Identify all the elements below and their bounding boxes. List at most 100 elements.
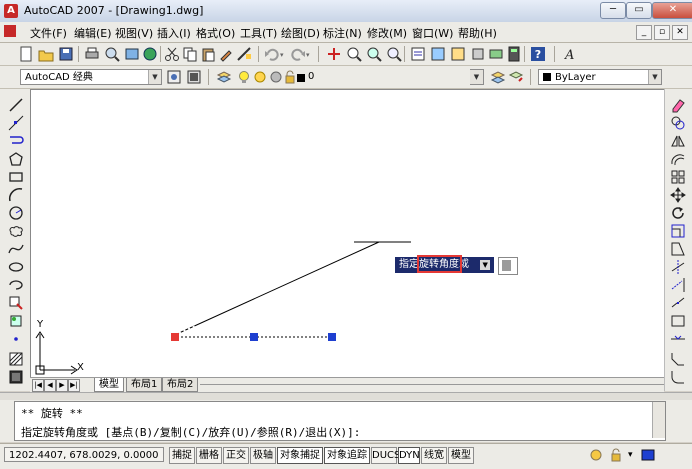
ducs-toggle[interactable]: DUCS bbox=[371, 447, 400, 464]
menu-tools[interactable]: 工具(T) bbox=[240, 25, 277, 41]
lineweight-toggle[interactable]: 线宽 bbox=[421, 447, 447, 464]
help-icon[interactable]: ? bbox=[530, 46, 546, 62]
hatch-icon[interactable] bbox=[8, 351, 24, 367]
design-center-icon[interactable] bbox=[430, 46, 446, 62]
prev-tab-button[interactable]: ◀ bbox=[44, 379, 56, 392]
circle-icon[interactable] bbox=[8, 205, 24, 221]
polyline-icon[interactable] bbox=[8, 133, 24, 149]
polygon-icon[interactable] bbox=[8, 151, 24, 167]
join-icon[interactable] bbox=[670, 331, 686, 347]
plot-preview-icon[interactable] bbox=[104, 46, 120, 62]
rotate-icon[interactable] bbox=[670, 205, 686, 221]
mirror-icon[interactable] bbox=[670, 133, 686, 149]
menu-file[interactable]: 文件(F) bbox=[30, 25, 67, 41]
line-icon[interactable] bbox=[8, 97, 24, 113]
endpoint-grip[interactable] bbox=[328, 333, 336, 341]
block-editor-icon[interactable] bbox=[236, 46, 252, 62]
last-tab-button[interactable]: ▶| bbox=[68, 379, 80, 392]
layer-combo-dropdown[interactable]: ▼ bbox=[470, 69, 484, 85]
layer-previous-icon[interactable] bbox=[508, 69, 524, 85]
array-icon[interactable] bbox=[670, 169, 686, 185]
properties-icon[interactable] bbox=[410, 46, 426, 62]
grid-toggle[interactable]: 栅格 bbox=[196, 447, 222, 464]
erase-icon[interactable] bbox=[670, 97, 686, 113]
dyn-toggle[interactable]: DYN bbox=[398, 447, 420, 464]
command-window-splitter[interactable] bbox=[0, 392, 692, 400]
undo-icon[interactable] bbox=[264, 46, 280, 62]
minimize-button[interactable]: ─ bbox=[600, 2, 626, 19]
clean-screen-icon[interactable] bbox=[640, 447, 656, 463]
fillet-icon[interactable] bbox=[670, 369, 686, 385]
dynamic-input-field[interactable] bbox=[498, 257, 518, 275]
gradient-icon[interactable] bbox=[8, 369, 24, 385]
make-block-icon[interactable] bbox=[8, 313, 24, 329]
redo-icon[interactable] bbox=[290, 46, 306, 62]
lock-toolbar-icon[interactable] bbox=[608, 447, 624, 463]
offset-icon[interactable] bbox=[670, 151, 686, 167]
menu-edit[interactable]: 编辑(E) bbox=[74, 25, 112, 41]
scale-icon[interactable] bbox=[670, 223, 686, 239]
quickcalc-icon[interactable] bbox=[506, 46, 522, 62]
insert-block-icon[interactable] bbox=[8, 295, 24, 311]
selected-grip[interactable] bbox=[171, 333, 179, 341]
zoom-previous-icon[interactable] bbox=[386, 46, 402, 62]
zoom-window-icon[interactable] bbox=[366, 46, 382, 62]
paste-icon[interactable] bbox=[200, 46, 216, 62]
3d-dwf-icon[interactable] bbox=[142, 46, 158, 62]
tab-model[interactable]: 模型 bbox=[94, 378, 124, 392]
move-icon[interactable] bbox=[670, 187, 686, 203]
first-tab-button[interactable]: |◀ bbox=[32, 379, 44, 392]
publish-icon[interactable] bbox=[124, 46, 140, 62]
text-style-icon[interactable]: A bbox=[562, 46, 578, 62]
copy-object-icon[interactable] bbox=[670, 115, 686, 131]
menu-window[interactable]: 窗口(W) bbox=[412, 25, 453, 41]
document-icon[interactable] bbox=[4, 25, 16, 37]
close-button[interactable]: ✕ bbox=[652, 2, 692, 19]
horizontal-scrollbar-track[interactable] bbox=[200, 384, 664, 385]
ellipse-icon[interactable] bbox=[8, 259, 24, 275]
ortho-toggle[interactable]: 正交 bbox=[223, 447, 249, 464]
menu-view[interactable]: 视图(V) bbox=[115, 25, 153, 41]
workspace-settings-icon[interactable] bbox=[166, 69, 182, 85]
menu-help[interactable]: 帮助(H) bbox=[458, 25, 497, 41]
save-icon[interactable] bbox=[58, 46, 74, 62]
menu-format[interactable]: 格式(O) bbox=[196, 25, 235, 41]
midpoint-grip[interactable] bbox=[250, 333, 258, 341]
ellipse-arc-icon[interactable] bbox=[8, 277, 24, 293]
command-prompt-line[interactable]: 指定旋转角度或 [基点(B)/复制(C)/放弃(U)/参照(R)/退出(X)]: bbox=[21, 424, 360, 440]
chevron-down-icon[interactable]: ▼ bbox=[480, 260, 491, 270]
menu-modify[interactable]: 修改(M) bbox=[367, 25, 407, 41]
autocad-app-icon[interactable]: A bbox=[4, 4, 18, 18]
point-icon[interactable] bbox=[8, 331, 24, 347]
spline-icon[interactable] bbox=[8, 241, 24, 257]
doc-restore-button[interactable]: ▫ bbox=[654, 25, 670, 40]
sheet-set-manager-icon[interactable] bbox=[470, 46, 486, 62]
doc-close-button[interactable]: ✕ bbox=[672, 25, 688, 40]
make-object-layer-current-icon[interactable] bbox=[490, 69, 506, 85]
break-at-point-icon[interactable] bbox=[670, 295, 686, 311]
markup-set-manager-icon[interactable] bbox=[488, 46, 504, 62]
object-tracking-toggle[interactable]: 对象追踪 bbox=[324, 447, 370, 464]
new-file-icon[interactable] bbox=[18, 46, 34, 62]
rectangle-icon[interactable] bbox=[8, 169, 24, 185]
lightbulb-icon[interactable] bbox=[236, 69, 252, 85]
doc-minimize-button[interactable]: _ bbox=[636, 25, 652, 40]
chamfer-icon[interactable] bbox=[670, 351, 686, 367]
revision-cloud-icon[interactable] bbox=[8, 223, 24, 239]
trim-icon[interactable] bbox=[670, 259, 686, 275]
match-properties-icon[interactable] bbox=[218, 46, 234, 62]
menu-dimension[interactable]: 标注(N) bbox=[323, 25, 362, 41]
my-workspace-icon[interactable] bbox=[186, 69, 202, 85]
command-window[interactable]: ** 旋转 ** 指定旋转角度或 [基点(B)/复制(C)/放弃(U)/参照(R… bbox=[14, 401, 666, 441]
sun-freeze-icon[interactable] bbox=[252, 69, 268, 85]
polar-toggle[interactable]: 极轴 bbox=[250, 447, 276, 464]
extend-icon[interactable] bbox=[670, 277, 686, 293]
open-folder-icon[interactable] bbox=[38, 46, 54, 62]
snap-toggle[interactable]: 捕捉 bbox=[169, 447, 195, 464]
drawing-canvas[interactable]: Y X bbox=[30, 89, 666, 379]
arc-icon[interactable] bbox=[8, 187, 24, 203]
communication-center-icon[interactable] bbox=[588, 447, 604, 463]
command-scrollbar[interactable] bbox=[652, 402, 665, 438]
model-space-toggle[interactable]: 模型 bbox=[448, 447, 474, 464]
coordinates-display[interactable]: 1202.4407, 678.0029, 0.0000 bbox=[4, 447, 164, 462]
